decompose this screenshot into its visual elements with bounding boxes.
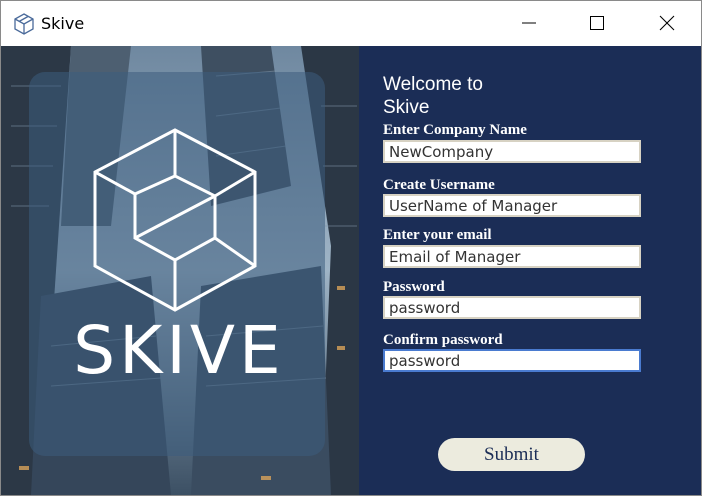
company-name-label: Enter Company Name [383, 122, 527, 138]
window-title: Skive [41, 14, 85, 33]
minimize-icon [522, 22, 536, 24]
username-label: Create Username [383, 177, 495, 193]
branding-image: SKIVE [1, 46, 359, 495]
maximize-icon [590, 16, 604, 30]
confirm-password-input[interactable]: password [383, 349, 641, 372]
password-label: Password [383, 279, 445, 295]
email-label: Enter your email [383, 227, 492, 243]
logo-wordmark: SKIVE [73, 312, 285, 389]
confirm-password-label: Confirm password [383, 332, 503, 348]
minimize-button[interactable] [506, 1, 552, 45]
app-icon [13, 13, 35, 35]
maximize-button[interactable] [574, 1, 620, 45]
close-icon [659, 15, 675, 31]
submit-button[interactable]: Submit [438, 438, 585, 471]
close-button[interactable] [644, 1, 690, 45]
username-input[interactable]: UserName of Manager [383, 194, 641, 217]
password-input[interactable]: password [383, 296, 641, 319]
signup-form: Welcome to Skive Enter Company Name NewC… [359, 46, 701, 495]
app-window: Skive SKIVE Welcome to Skive Enter Compa… [0, 0, 702, 496]
title-bar[interactable]: Skive [1, 1, 701, 45]
email-input[interactable]: Email of Manager [383, 245, 641, 268]
company-name-input[interactable]: NewCompany [383, 140, 641, 163]
main-content: SKIVE Welcome to Skive Enter Company Nam… [1, 46, 701, 495]
skive-logo-icon [93, 128, 257, 312]
welcome-heading: Welcome to Skive [383, 74, 483, 118]
